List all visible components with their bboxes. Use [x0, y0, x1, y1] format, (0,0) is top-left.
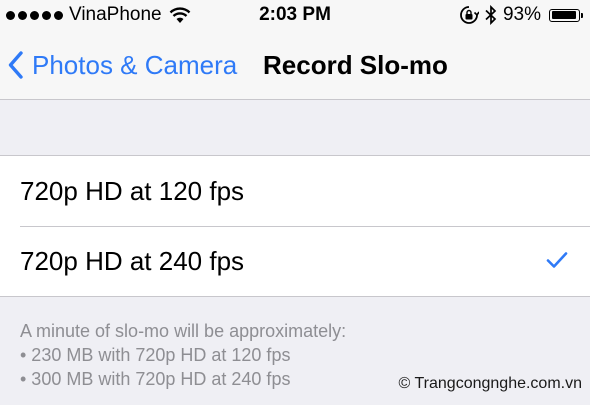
- bluetooth-icon: [485, 5, 497, 25]
- checkmark-icon: [546, 252, 568, 268]
- orientation-lock-icon: [460, 6, 479, 24]
- navigation-bar: Photos & Camera Record Slo-mo: [0, 32, 590, 100]
- page-title: Record Slo-mo: [263, 50, 448, 80]
- battery-icon: [549, 8, 583, 22]
- battery-percent: 93%: [502, 4, 541, 25]
- watermark: © Trangcongnghe.com.vn: [398, 375, 582, 392]
- slo-mo-options: 720p HD at 120 fps 720p HD at 240 fps: [0, 155, 590, 297]
- status-bar: VinaPhone 2:03 PM 93%: [0, 0, 590, 32]
- back-button-label: Photos & Camera: [32, 50, 238, 80]
- footer-note: A minute of slo-mo will be approximately…: [20, 319, 346, 391]
- option-720p-120fps[interactable]: 720p HD at 120 fps: [0, 156, 590, 226]
- footer-intro: A minute of slo-mo will be approximately…: [20, 321, 347, 341]
- battery-level-fill: [551, 11, 576, 19]
- option-label: 720p HD at 120 fps: [20, 175, 245, 206]
- chevron-left-icon: [8, 51, 23, 79]
- back-button[interactable]: Photos & Camera: [8, 49, 237, 81]
- footer-line: • 230 MB with 720p HD at 120 fps: [20, 345, 291, 365]
- option-720p-240fps[interactable]: 720p HD at 240 fps: [0, 226, 590, 296]
- option-label: 720p HD at 240 fps: [20, 245, 245, 276]
- status-right: 93%: [459, 4, 583, 26]
- footer-line: • 300 MB with 720p HD at 240 fps: [20, 369, 291, 389]
